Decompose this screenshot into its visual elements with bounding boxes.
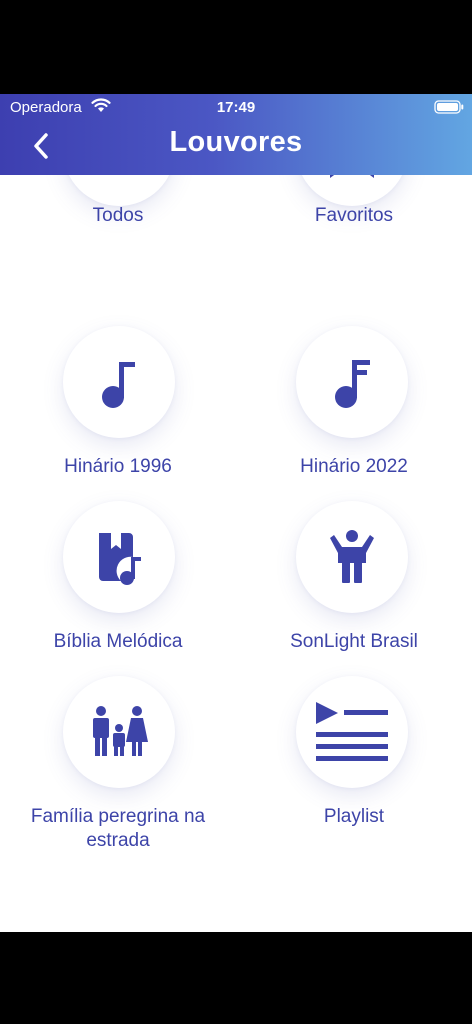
tile-biblia-melodica[interactable]: Bíblia Melódica bbox=[0, 501, 236, 661]
tile-favoritos[interactable]: Favoritos bbox=[236, 175, 472, 324]
tile-familia-peregrina[interactable]: Família peregrina na estrada bbox=[0, 676, 236, 866]
tile-hinario-1996[interactable]: Hinário 1996 bbox=[0, 326, 236, 486]
playlist-icon bbox=[316, 702, 388, 761]
tile-icon-circle bbox=[63, 175, 175, 206]
page-title: Louvores bbox=[169, 126, 303, 158]
tile-icon-circle bbox=[296, 326, 408, 438]
tile-icon-circle bbox=[63, 501, 175, 613]
music-note-flag-icon bbox=[335, 360, 370, 408]
header-bar: Operadora 17:49 Louvores bbox=[0, 94, 472, 175]
battery-icon bbox=[434, 100, 464, 114]
bookmark-icon bbox=[330, 175, 374, 178]
tile-todos[interactable]: Todos bbox=[0, 175, 236, 324]
music-notes-icon bbox=[91, 175, 147, 178]
category-grid: Todos Favoritos Hinário 1996 Hinário 202… bbox=[0, 175, 472, 932]
child-icon bbox=[330, 530, 374, 583]
tile-sonlight-brasil[interactable]: SonLight Brasil bbox=[236, 501, 472, 661]
tile-label: Playlist bbox=[323, 806, 385, 827]
app-screen: Operadora 17:49 Louvores Todos Favoritos… bbox=[0, 94, 472, 932]
tile-hinario-2022[interactable]: Hinário 2022 bbox=[236, 326, 472, 486]
tile-icon-circle bbox=[296, 175, 408, 206]
tile-icon-circle bbox=[296, 501, 408, 613]
tile-icon-circle bbox=[296, 676, 408, 788]
tile-icon-circle bbox=[63, 676, 175, 788]
tile-label: Hinário 1996 bbox=[64, 456, 172, 477]
music-note-icon bbox=[102, 362, 135, 408]
tile-icon-circle bbox=[63, 326, 175, 438]
tile-label: Família peregrina na estrada bbox=[30, 806, 206, 851]
tile-label: Hinário 2022 bbox=[300, 456, 408, 477]
family-icon bbox=[93, 706, 148, 756]
tile-label: SonLight Brasil bbox=[290, 631, 418, 652]
tile-playlist[interactable]: Playlist bbox=[236, 676, 472, 866]
status-time: 17:49 bbox=[216, 99, 256, 116]
bottom-bar bbox=[0, 932, 472, 1024]
tile-label: Bíblia Melódica bbox=[53, 631, 183, 652]
book-music-icon bbox=[99, 533, 141, 585]
status-bar: Operadora 17:49 bbox=[0, 94, 472, 120]
tile-label: Favoritos bbox=[314, 205, 394, 226]
tile-label: Todos bbox=[92, 205, 144, 226]
